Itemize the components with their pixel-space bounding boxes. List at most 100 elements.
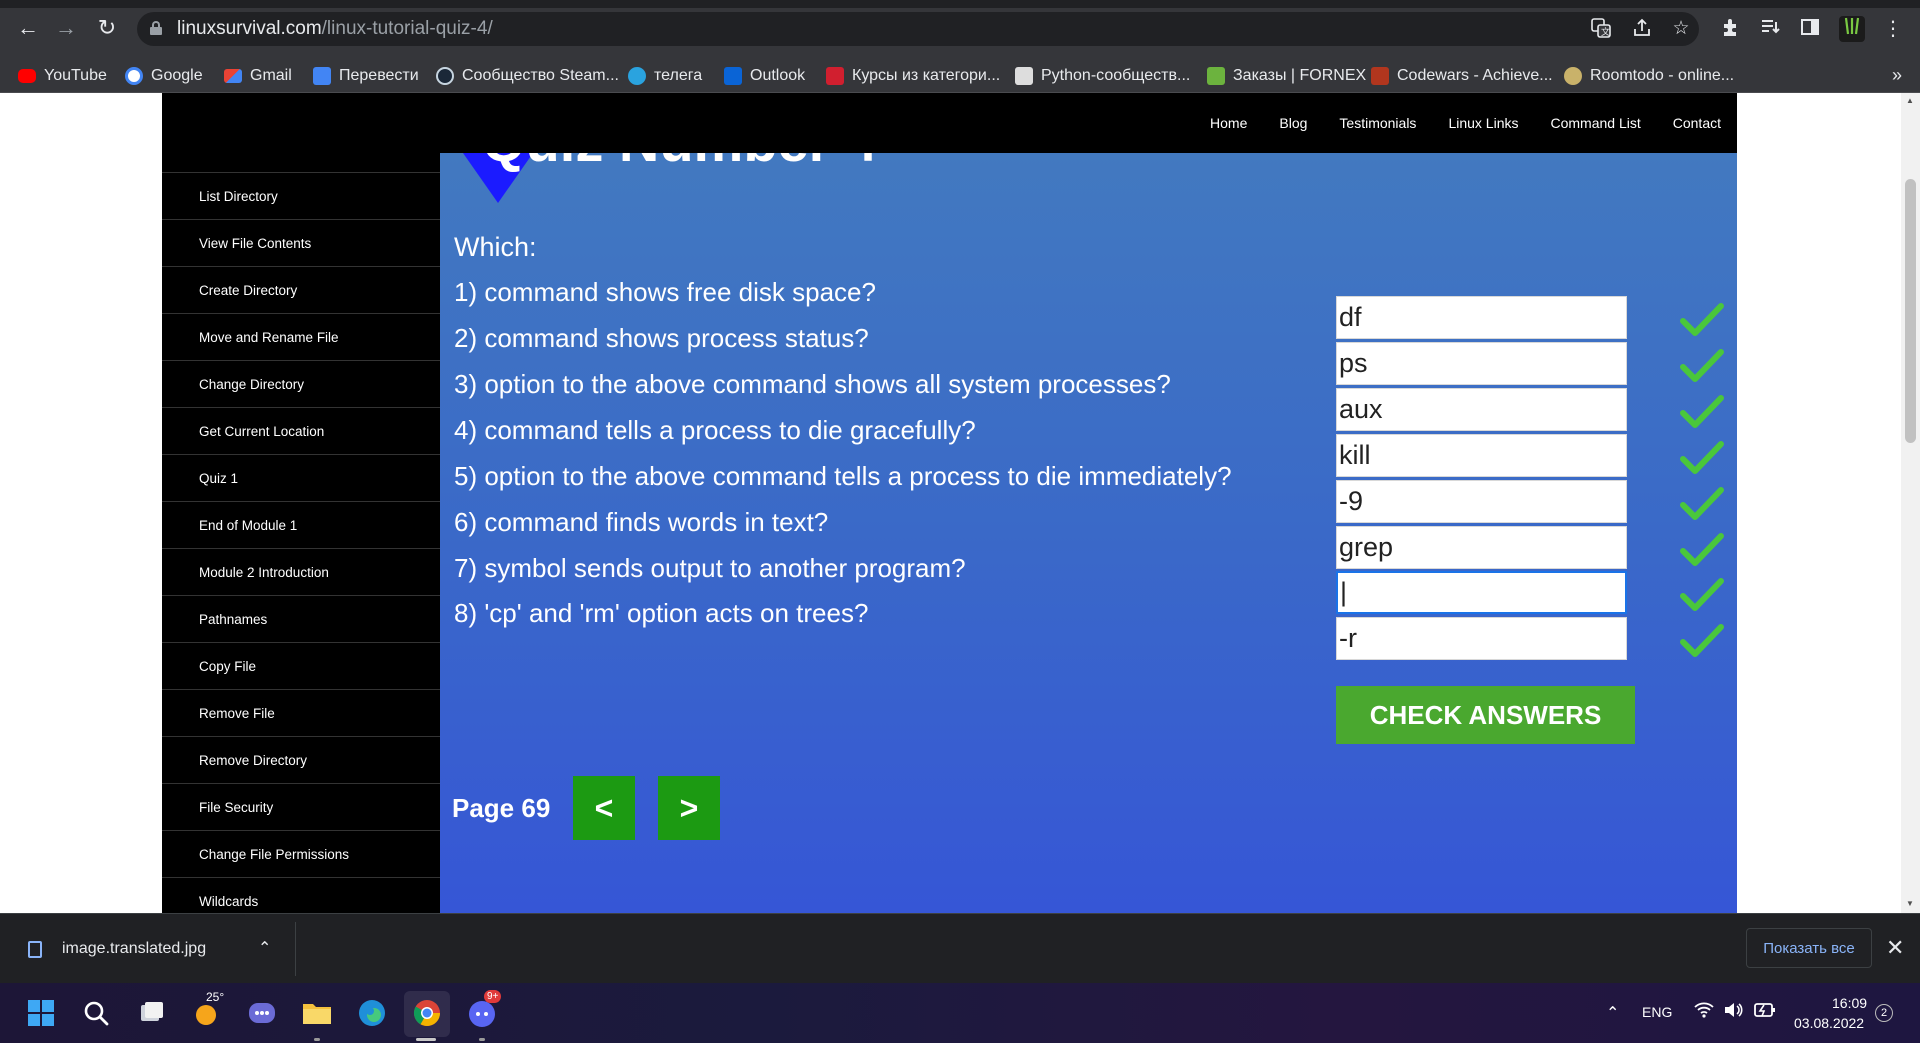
lock-icon[interactable] xyxy=(150,21,162,35)
quiz-panel: Quiz Number 4 Which: 1) command shows fr… xyxy=(440,153,1737,913)
answer-3-input[interactable] xyxy=(1336,388,1627,431)
bookmark-roomtodo[interactable]: Roomtodo - online... xyxy=(1564,58,1734,93)
file-explorer-icon[interactable] xyxy=(300,996,334,1030)
reload-button[interactable]: ↻ xyxy=(93,14,121,42)
answer-5-input[interactable] xyxy=(1336,480,1627,523)
notification-count-badge[interactable]: 2 xyxy=(1875,1004,1893,1022)
discord-icon[interactable]: 9+ xyxy=(465,990,502,1030)
sidebar-item-move-rename-file[interactable]: Move and Rename File xyxy=(162,314,440,361)
sidebar-item-remove-directory[interactable]: Remove Directory xyxy=(162,737,440,784)
answer-6-input[interactable] xyxy=(1336,526,1627,569)
bookmark-courses[interactable]: Курсы из категори... xyxy=(826,58,1000,93)
nav-blog[interactable]: Blog xyxy=(1279,115,1307,131)
sidebar-item-file-security[interactable]: File Security xyxy=(162,784,440,831)
scroll-up-arrow-icon[interactable]: ▲ xyxy=(1906,96,1914,105)
translate-icon[interactable]: 文 xyxy=(1589,17,1613,41)
nav-command-list[interactable]: Command List xyxy=(1550,115,1640,131)
bookmark-label: Roomtodo - online... xyxy=(1590,66,1735,84)
bookmark-youtube[interactable]: YouTube xyxy=(18,58,107,93)
sidebar-item-copy-file[interactable]: Copy File xyxy=(162,643,440,690)
question-4: 4) command tells a process to die gracef… xyxy=(454,415,976,445)
bookmark-fornex[interactable]: Заказы | FORNEX xyxy=(1207,58,1366,93)
bookmark-codewars[interactable]: Codewars - Achieve... xyxy=(1371,58,1553,93)
extensions-puzzle-icon[interactable] xyxy=(1718,16,1744,42)
nav-testimonials[interactable]: Testimonials xyxy=(1339,115,1416,131)
sidebar-item-view-file-contents[interactable]: View File Contents xyxy=(162,220,440,267)
weather-widget-icon[interactable]: 25° xyxy=(190,990,224,1030)
sidebar-item-list-directory[interactable]: List Directory xyxy=(162,173,440,220)
chevron-up-icon[interactable]: ⌃ xyxy=(258,938,271,958)
sidebar-item-remove-file[interactable]: Remove File xyxy=(162,690,440,737)
task-view-icon[interactable] xyxy=(135,996,169,1030)
answer-2-input[interactable] xyxy=(1336,342,1627,385)
sidebar-item-module-2-intro[interactable]: Module 2 Introduction xyxy=(162,549,440,596)
sidebar-item-get-current-location[interactable]: Get Current Location xyxy=(162,408,440,455)
python-icon xyxy=(1015,66,1033,85)
bookmark-telegram[interactable]: телега xyxy=(628,58,702,93)
forward-button[interactable]: → xyxy=(52,14,80,42)
windows-start-icon[interactable] xyxy=(24,996,58,1030)
nav-contact[interactable]: Contact xyxy=(1673,115,1721,131)
clock-time[interactable]: 16:09 xyxy=(1832,995,1867,1011)
correct-check-icon xyxy=(1680,303,1724,336)
lesson-sidebar: List Directory View File Contents Create… xyxy=(162,153,440,913)
check-answers-button[interactable]: CHECK ANSWERS xyxy=(1336,686,1635,744)
translate-icon xyxy=(313,66,331,85)
close-icon[interactable]: ✕ xyxy=(1886,935,1904,961)
download-divider xyxy=(295,922,296,976)
reading-list-icon[interactable] xyxy=(1757,16,1783,42)
bookmark-star-icon[interactable]: ☆ xyxy=(1669,17,1693,41)
clock-date[interactable]: 03.08.2022 xyxy=(1794,1015,1864,1031)
nav-linux-links[interactable]: Linux Links xyxy=(1448,115,1518,131)
bookmark-python[interactable]: Python-сообществ... xyxy=(1015,58,1190,93)
download-item[interactable]: image.translated.jpg xyxy=(16,914,296,984)
sidebar-item-end-module-1[interactable]: End of Module 1 xyxy=(162,502,440,549)
side-panel-icon[interactable] xyxy=(1797,16,1823,42)
bookmark-translate[interactable]: Перевести xyxy=(313,58,419,93)
wifi-icon[interactable] xyxy=(1693,999,1715,1024)
chrome-browser-icon[interactable] xyxy=(410,996,444,1030)
monster-extension-icon[interactable] xyxy=(1839,16,1865,42)
show-all-downloads-button[interactable]: Показать все xyxy=(1746,928,1872,968)
share-icon[interactable] xyxy=(1630,17,1654,41)
answer-8-input[interactable] xyxy=(1336,617,1627,660)
question-1: 1) command shows free disk space? xyxy=(454,277,876,307)
url-text[interactable]: linuxsurvival.com/linux-tutorial-quiz-4/ xyxy=(177,18,493,40)
bookmark-label: Сообщество Steam... xyxy=(462,66,619,84)
question-7: 7) symbol sends output to another progra… xyxy=(454,553,966,583)
previous-page-button[interactable]: < xyxy=(573,776,635,840)
answer-4-input[interactable] xyxy=(1336,434,1627,477)
outlook-icon xyxy=(724,66,742,85)
bookmark-outlook[interactable]: Outlook xyxy=(724,58,805,93)
answer-1-input[interactable] xyxy=(1336,296,1627,339)
scroll-down-arrow-icon[interactable]: ▼ xyxy=(1906,899,1914,908)
page-scrollbar[interactable]: ▲ ▼ xyxy=(1901,93,1920,913)
edge-browser-icon[interactable] xyxy=(355,996,389,1030)
bookmark-steam[interactable]: Сообщество Steam... xyxy=(436,58,619,93)
sidebar-item-change-directory[interactable]: Change Directory xyxy=(162,361,440,408)
bookmark-google[interactable]: Google xyxy=(125,58,203,93)
answer-7-input[interactable] xyxy=(1336,571,1627,614)
back-button[interactable]: ← xyxy=(14,14,42,42)
bookmark-gmail[interactable]: Gmail xyxy=(224,58,292,93)
site-header: Home Blog Testimonials Linux Links Comma… xyxy=(162,93,1737,153)
question-6: 6) command finds words in text? xyxy=(454,507,829,537)
steam-icon xyxy=(436,66,454,85)
nav-home[interactable]: Home xyxy=(1210,115,1247,131)
sidebar-item-create-directory[interactable]: Create Directory xyxy=(162,267,440,314)
bookmarks-more-button[interactable]: » xyxy=(1892,65,1902,86)
search-icon[interactable] xyxy=(79,996,113,1030)
keyboard-language[interactable]: ENG xyxy=(1642,1004,1672,1020)
sidebar-item-pathnames[interactable]: Pathnames xyxy=(162,596,440,643)
sidebar-item-change-file-permissions[interactable]: Change File Permissions xyxy=(162,831,440,878)
volume-icon[interactable] xyxy=(1722,999,1744,1024)
sidebar-item-wildcards[interactable]: Wildcards xyxy=(162,878,440,913)
tab-strip xyxy=(0,0,1920,8)
battery-charging-icon[interactable] xyxy=(1753,1000,1777,1023)
browser-menu-icon[interactable]: ⋮ xyxy=(1880,16,1906,42)
show-hidden-icons-chevron-icon[interactable]: ⌃ xyxy=(1606,1003,1619,1023)
scrollbar-thumb[interactable] xyxy=(1905,179,1916,443)
teams-chat-icon[interactable] xyxy=(245,996,279,1030)
sidebar-item-quiz-1[interactable]: Quiz 1 xyxy=(162,455,440,502)
next-page-button[interactable]: > xyxy=(658,776,720,840)
